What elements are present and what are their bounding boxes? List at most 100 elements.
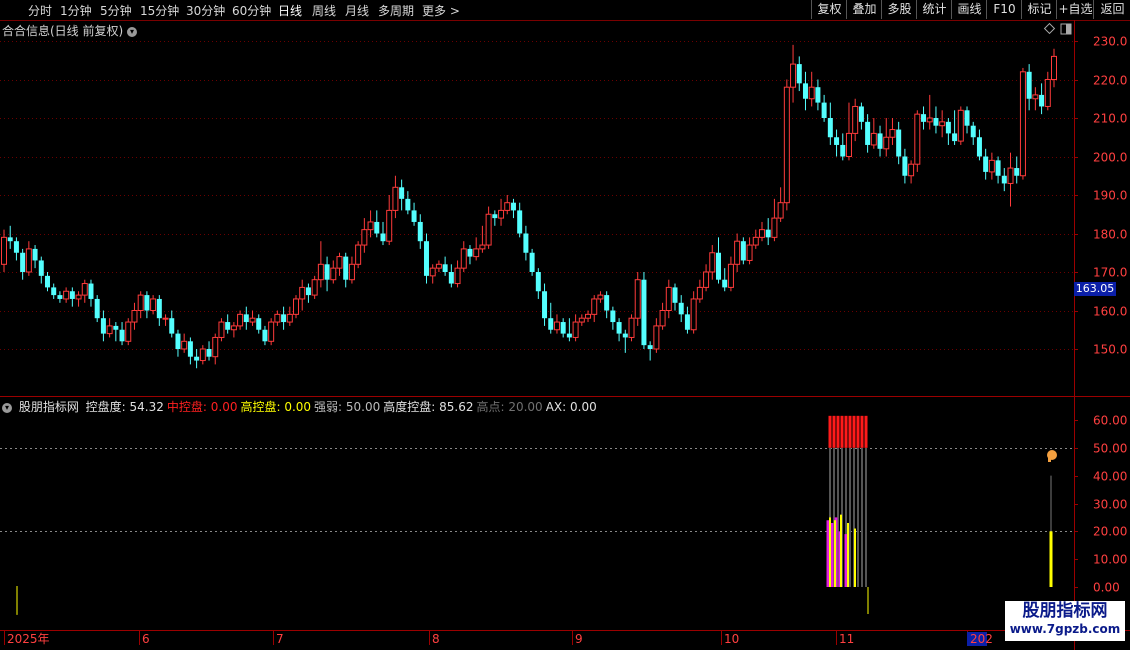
candle-body bbox=[740, 241, 746, 261]
candle-body bbox=[976, 137, 982, 157]
candle-body bbox=[20, 252, 26, 272]
candle-body bbox=[119, 329, 125, 342]
candle-body bbox=[634, 279, 641, 319]
candle-body bbox=[460, 248, 467, 269]
indicator-tick-label: 30.00 bbox=[1093, 498, 1127, 512]
candle-body bbox=[821, 102, 827, 118]
candle-body bbox=[131, 310, 138, 323]
indicator-tick-label: 40.00 bbox=[1093, 470, 1127, 484]
candle-body bbox=[690, 298, 697, 331]
candle-body bbox=[504, 202, 511, 211]
candle-body bbox=[485, 213, 492, 246]
candle-body bbox=[281, 314, 287, 323]
candle-body bbox=[125, 321, 132, 342]
indicator-name[interactable]: 股朋指标网 bbox=[19, 400, 79, 414]
candle-body bbox=[106, 325, 113, 335]
x-axis-label: 202 bbox=[970, 632, 993, 646]
candle-body bbox=[1039, 94, 1045, 107]
candle-body bbox=[69, 291, 75, 299]
candle-body bbox=[361, 229, 368, 246]
indicator-value-0: 控盘度: 54.32 bbox=[85, 400, 164, 414]
candle-body bbox=[578, 317, 585, 323]
candle-body bbox=[914, 113, 921, 165]
candle-body bbox=[1014, 168, 1020, 176]
chart-canvas[interactable]: 230.0 220.0 210.0 200.0 190.0 180.0 170.0 160.0… bbox=[0, 0, 1130, 650]
candle-body bbox=[921, 114, 927, 122]
candle-body bbox=[467, 248, 473, 257]
candle-body bbox=[454, 267, 461, 285]
candle-body bbox=[63, 290, 70, 300]
candle-body bbox=[498, 209, 505, 219]
candle-body bbox=[983, 156, 989, 172]
candle-body bbox=[113, 325, 119, 330]
candle-body bbox=[727, 263, 734, 288]
candle-body bbox=[212, 336, 219, 358]
candle-body bbox=[492, 214, 498, 219]
candle-body bbox=[715, 252, 721, 280]
candle-body bbox=[616, 322, 622, 334]
candle-body bbox=[840, 144, 846, 157]
candle-body bbox=[1, 236, 7, 265]
candle-body bbox=[684, 314, 690, 330]
diamond-icon bbox=[1043, 22, 1056, 35]
price-tick-label: 190.0 bbox=[1093, 189, 1127, 203]
candle-body bbox=[585, 313, 592, 319]
candle-body bbox=[293, 298, 300, 315]
candle-body bbox=[343, 256, 349, 280]
candle-body bbox=[268, 321, 275, 342]
candle-body bbox=[815, 87, 821, 103]
watermark-title: 股朋指标网 bbox=[1022, 601, 1108, 621]
candle-body bbox=[988, 159, 995, 173]
candle-body bbox=[566, 333, 572, 338]
candle-body bbox=[51, 287, 57, 296]
chevron-down-icon[interactable]: ▾ bbox=[2, 402, 12, 413]
candle-body bbox=[1019, 71, 1026, 177]
candle-body bbox=[218, 321, 225, 338]
candle-body bbox=[423, 241, 429, 276]
candle-body bbox=[1001, 175, 1007, 184]
candle-body bbox=[945, 121, 951, 134]
x-axis-label: 7 bbox=[276, 632, 284, 646]
watermark-logo: 股朋指标网 www.7gpzb.com bbox=[1005, 601, 1125, 641]
candle-body bbox=[659, 310, 666, 327]
candle-body bbox=[380, 233, 386, 242]
candle-body bbox=[336, 256, 343, 269]
candle-body bbox=[1007, 167, 1014, 184]
candle-body bbox=[225, 322, 231, 330]
candle-body bbox=[249, 317, 256, 323]
candle-body bbox=[771, 217, 778, 238]
candle-body bbox=[933, 118, 939, 126]
candle-body bbox=[386, 209, 393, 242]
candle-body bbox=[299, 286, 306, 300]
candle-body bbox=[162, 317, 169, 320]
candle-body bbox=[199, 348, 206, 362]
candle-body bbox=[572, 321, 579, 338]
candle-body bbox=[330, 267, 337, 281]
watermark-url: www.7gpzb.com bbox=[1009, 622, 1121, 636]
candle-body bbox=[473, 248, 480, 258]
candle-body bbox=[367, 221, 374, 231]
candle-body bbox=[808, 86, 815, 100]
candle-body bbox=[610, 310, 616, 323]
candle-body bbox=[237, 313, 244, 327]
candle-body bbox=[311, 279, 318, 296]
candle-body bbox=[678, 302, 684, 315]
candle-body bbox=[417, 221, 423, 242]
window-toggle-fill bbox=[1066, 24, 1071, 34]
candle-body bbox=[305, 287, 311, 296]
candle-body bbox=[542, 291, 548, 319]
candle-body bbox=[392, 186, 399, 211]
candle-body bbox=[169, 318, 175, 334]
price-tick-label: 230.0 bbox=[1093, 35, 1127, 49]
indicator-value-6: AX: 0.00 bbox=[545, 400, 597, 414]
candle-body bbox=[405, 198, 411, 211]
candle-body bbox=[230, 325, 237, 331]
candle-body bbox=[591, 298, 598, 315]
candle-body bbox=[81, 283, 88, 296]
candle-body bbox=[722, 279, 728, 288]
price-tick-label: 170.0 bbox=[1093, 266, 1127, 280]
candle-body bbox=[777, 202, 784, 219]
candle-body bbox=[44, 275, 50, 288]
candle-body bbox=[858, 106, 864, 122]
candle-body bbox=[187, 341, 193, 357]
